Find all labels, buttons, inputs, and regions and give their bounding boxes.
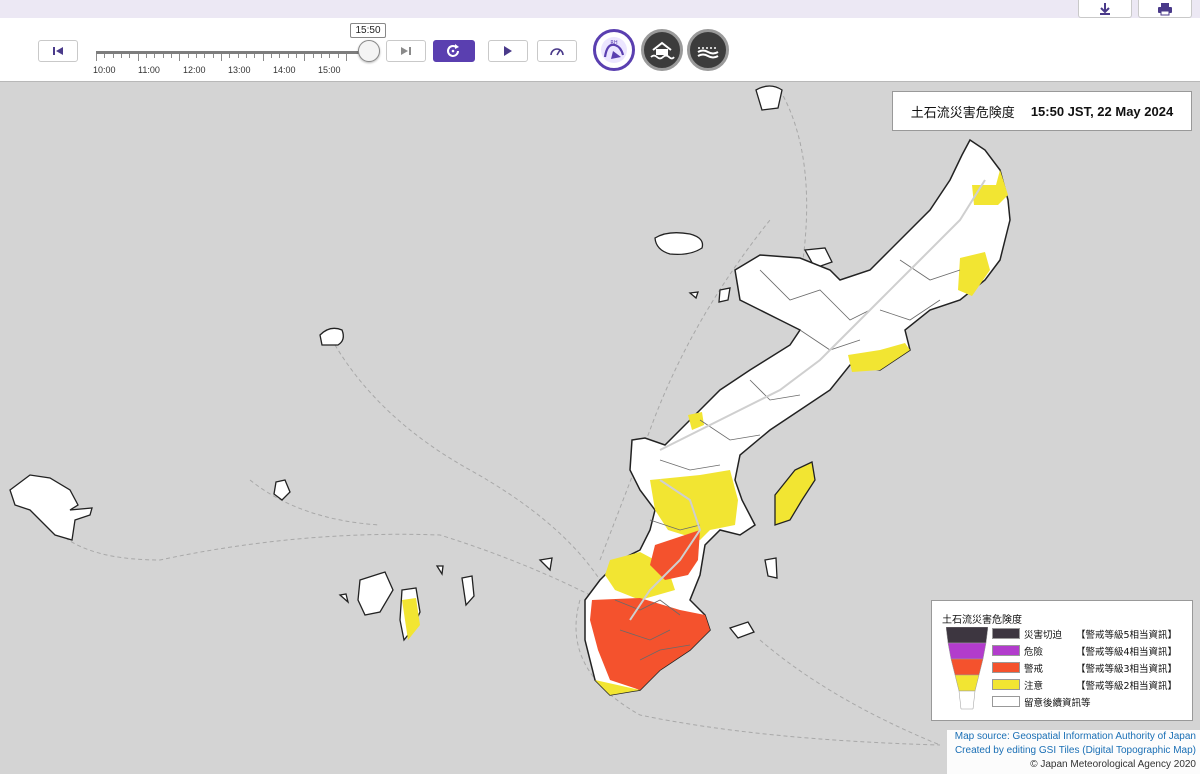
timeline-thumb[interactable] [358, 40, 380, 62]
timeline-tick-label: 11:00 [138, 65, 160, 75]
timeline-tick [346, 54, 347, 61]
legend-item-name: 危險 [1024, 646, 1044, 658]
legend-swatch [992, 645, 1020, 656]
timeline-tick [212, 54, 214, 58]
timeline-tick [237, 54, 239, 58]
timeline-tick [287, 54, 289, 58]
timeline-tick [187, 54, 189, 58]
play-icon [504, 46, 512, 56]
timeline-tick [121, 54, 122, 58]
timeline-tick-label: 14:00 [273, 65, 296, 75]
speed-button[interactable] [537, 40, 577, 62]
timeline-tick [246, 54, 247, 58]
timeline-tick [304, 54, 306, 61]
timeline-tick [112, 54, 114, 58]
map-title: 土石流災害危険度 [910, 105, 1015, 121]
timeline-tick [146, 54, 147, 58]
legend-title: 土石流災害危険度 [942, 615, 1022, 626]
timeline-tick [179, 54, 181, 61]
refresh-icon [447, 44, 459, 57]
timeline-tick-label: 15:00 [318, 65, 341, 75]
download-icon [1100, 2, 1110, 15]
map-title-box: 土石流災害危険度 15:50 JST, 22 May 2024 [892, 91, 1192, 131]
legend-item-info: 留意後續資訊等 [1024, 697, 1091, 709]
legend-item-info: 【警戒等級3相当資訊】 [1076, 663, 1178, 675]
timeline-tick [229, 54, 231, 58]
print-button[interactable] [1138, 0, 1192, 18]
timeline-tick [262, 54, 264, 61]
first-frame-button[interactable] [38, 40, 78, 62]
timeline-tick [312, 54, 314, 58]
timeline-tick [154, 54, 156, 58]
timeline-tick [337, 54, 339, 58]
timeline-tick [296, 54, 297, 58]
legend-item: 危險 【警戒等級4相当資訊】 [992, 644, 1178, 658]
timeline-tick [321, 54, 322, 58]
timeline-tick-label: 13:00 [228, 65, 251, 75]
legend-item-info: 【警戒等級4相当資訊】 [1076, 646, 1178, 658]
map-datetime: 15:50 JST, 22 May 2024 [1030, 103, 1174, 119]
inundation-layer-button[interactable] [641, 29, 683, 71]
timeline-tick-label: 12:00 [183, 65, 206, 75]
legend-item: 注意 【警戒等級2相当資訊】 [992, 678, 1178, 692]
speedometer-icon [550, 48, 564, 56]
timeline-tick [196, 54, 197, 58]
timeline-tick [162, 54, 164, 58]
gsi-tiles-link[interactable]: Created by editing GSI Tiles (Digital To… [947, 744, 1196, 758]
timeline-tick [329, 54, 331, 58]
timeline-tick [96, 54, 97, 61]
timeline-tick [204, 54, 206, 58]
landslide-layer-button[interactable]: RH [593, 29, 635, 71]
landslide-icon: RH [601, 37, 627, 63]
play-button[interactable] [488, 40, 528, 62]
last-frame-button[interactable] [386, 40, 426, 62]
current-time-label: 15:50 [350, 23, 386, 38]
legend: 土石流災害危険度 災害切迫 【警戒等級5相当資訊】 危險 【警戒等級4相当資訊】 警戒【… [931, 600, 1193, 721]
refresh-button[interactable] [433, 40, 475, 62]
svg-text:RH: RH [610, 40, 617, 46]
timeline-tick [279, 54, 281, 58]
top-strip [0, 0, 1200, 18]
map-source-link[interactable]: Map source: Geospatial Information Autho… [947, 730, 1196, 744]
print-icon [1158, 2, 1172, 15]
legend-funnel [946, 627, 988, 710]
flood-layer-button[interactable] [687, 29, 729, 71]
legend-swatch [992, 679, 1020, 690]
timeline-tick-label: 10:00 [93, 65, 116, 75]
legend-swatch [992, 696, 1020, 707]
legend-item-name: 注意 [1024, 680, 1044, 692]
timeline-tick [254, 54, 256, 58]
timeline-tick [137, 54, 139, 61]
legend-item: 警戒 【警戒等級3相当資訊】 [992, 661, 1178, 675]
inundation-icon [650, 41, 675, 60]
timeline-tick [104, 54, 106, 58]
timeline-tick [129, 54, 131, 58]
legend-swatch [992, 662, 1020, 673]
flood-icon [697, 47, 719, 59]
legend-swatch [992, 628, 1020, 639]
timeline-tick [271, 54, 272, 58]
skip-to-end-icon [401, 47, 411, 55]
legend-item-name: 警戒 [1024, 663, 1044, 675]
legend-item-info: 【警戒等級5相当資訊】 [1076, 629, 1178, 641]
legend-item: 災害切迫 【警戒等級5相当資訊】 [992, 627, 1178, 641]
timeline-tick [171, 54, 172, 58]
download-button[interactable] [1078, 0, 1132, 18]
toolbar: 10:00 11:00 12:00 13:00 14:00 15:00 15:50 RH [0, 18, 1200, 82]
map-credits: Map source: Geospatial Information Autho… [947, 730, 1200, 774]
timeline-tick [221, 54, 222, 61]
skip-to-start-icon [53, 47, 63, 55]
legend-item: 留意後續資訊等 [992, 695, 1091, 709]
legend-item-name: 災害切迫 [1024, 629, 1063, 641]
copyright: © Japan Meteorological Agency 2020 [1030, 759, 1196, 770]
legend-item-info: 【警戒等級2相当資訊】 [1076, 680, 1178, 692]
